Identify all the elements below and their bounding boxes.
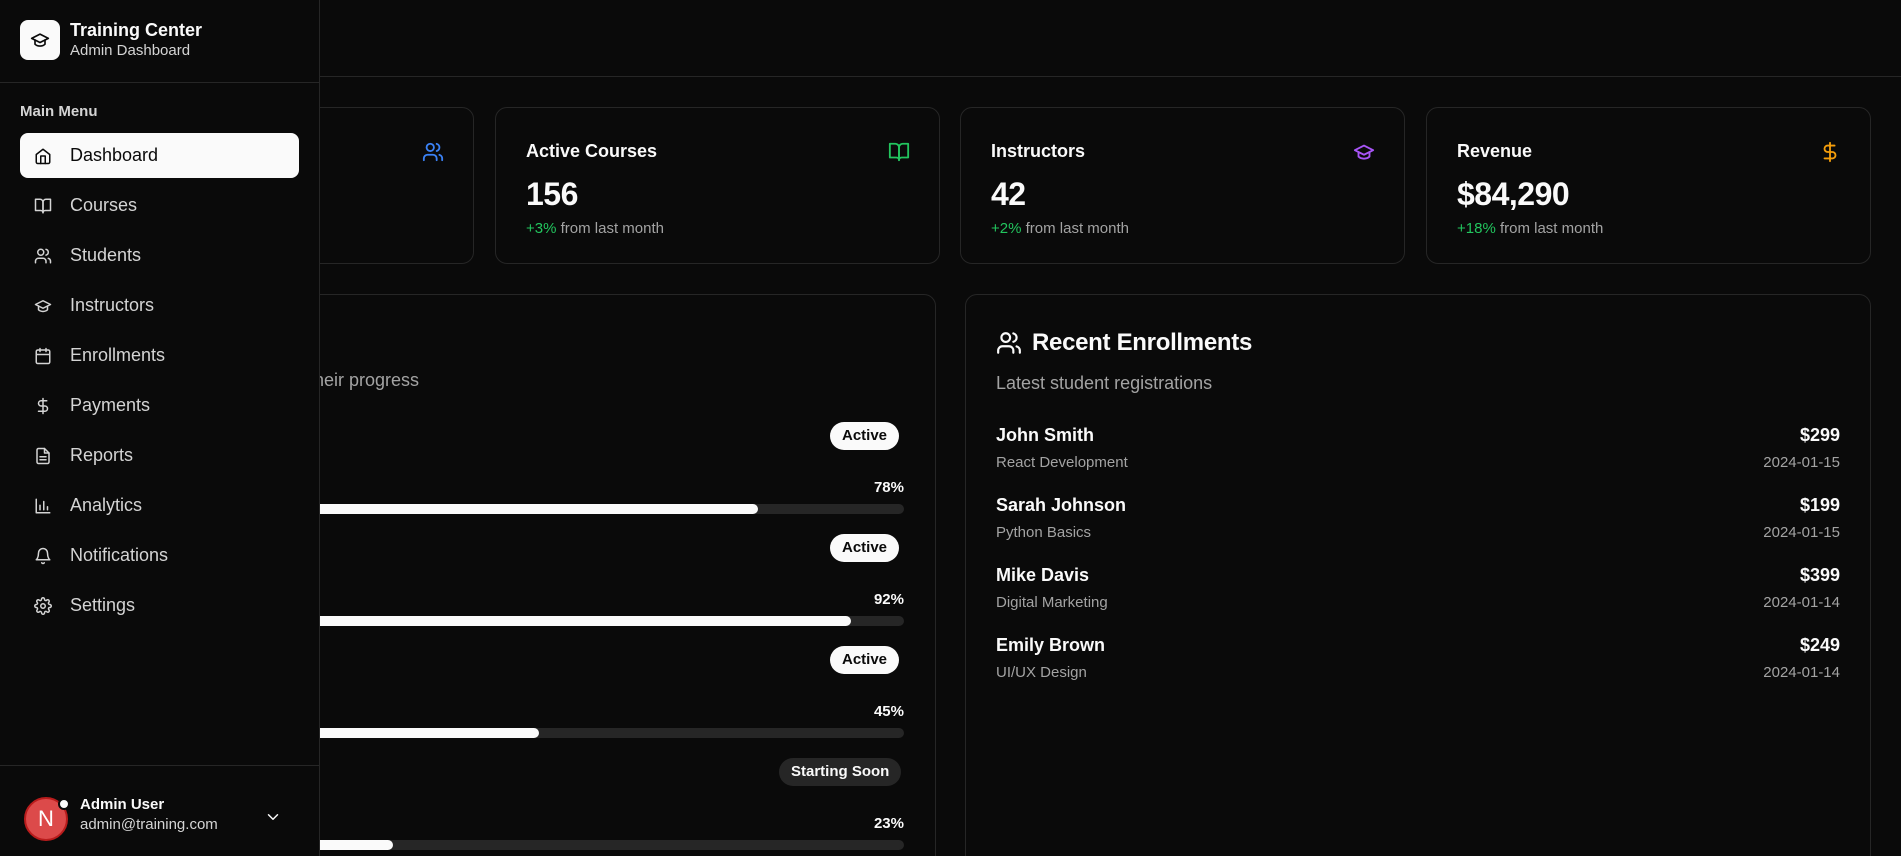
course-name: React Development — [996, 454, 1128, 471]
date: 2024-01-14 — [1763, 594, 1840, 611]
sidebar-item-students[interactable]: Students — [20, 233, 299, 278]
users-icon — [34, 247, 52, 265]
app-title: Training Center — [70, 20, 203, 40]
progress-bar — [240, 504, 904, 514]
sidebar-item-dashboard[interactable]: Dashboard — [20, 133, 299, 178]
user-name: Admin User — [80, 796, 165, 813]
user-email: admin@training.com — [80, 816, 218, 833]
progress-percent: 45% — [873, 703, 904, 720]
course-name: Digital Marketing — [996, 594, 1108, 611]
users-icon — [996, 330, 1022, 356]
stat-label: Active Courses — [526, 141, 658, 161]
sidebar-item-label: Students — [70, 245, 142, 265]
progress-percent: 92% — [873, 591, 904, 608]
stat-card-active-courses: Active Courses 156 +3% from last month — [495, 107, 940, 264]
recent-enrollments-panel: Recent Enrollments Latest student regist… — [965, 294, 1871, 856]
divider — [0, 765, 320, 766]
student-name: Emily Brown — [996, 635, 1106, 655]
sidebar-item-label: Courses — [70, 195, 138, 215]
progress-percent: 78% — [873, 479, 904, 496]
panel-title: Recent Enrollments — [996, 329, 1252, 357]
stat-value: 42 — [991, 176, 1026, 212]
sidebar-item-payments[interactable]: Payments — [20, 383, 299, 428]
sidebar-item-label: Enrollments — [70, 345, 166, 365]
graduation-cap-icon — [20, 20, 60, 60]
bar-chart-icon — [34, 497, 52, 515]
status-badge: Starting Soon — [779, 758, 902, 786]
divider — [0, 82, 320, 83]
student-name: Mike Davis — [996, 565, 1090, 585]
sidebar-item-label: Instructors — [70, 295, 155, 315]
calendar-icon — [34, 347, 52, 365]
graduation-cap-icon — [34, 297, 52, 315]
stat-change: +18% from last month — [1457, 220, 1604, 237]
progress-percent: 23% — [873, 815, 904, 832]
status-badge: Active — [830, 534, 900, 562]
sidebar-item-enrollments[interactable]: Enrollments — [20, 333, 299, 378]
amount: $399 — [1799, 565, 1840, 585]
graduation-cap-icon — [1353, 141, 1375, 163]
stat-card-instructors: Instructors 42 +2% from last month — [960, 107, 1405, 264]
course-name: UI/UX Design — [996, 664, 1087, 681]
sidebar: Training Center Admin Dashboard Main Men… — [0, 0, 320, 856]
enrollment-row[interactable]: Mike Davis Digital Marketing $399 2024-0… — [996, 565, 1840, 621]
sidebar-item-label: Payments — [70, 395, 151, 415]
progress-bar-fill — [240, 616, 851, 626]
sidebar-item-label: Notifications — [70, 545, 169, 565]
date: 2024-01-14 — [1763, 664, 1840, 681]
amount: $299 — [1799, 425, 1840, 445]
book-icon — [888, 141, 910, 163]
sidebar-item-label: Analytics — [70, 495, 143, 515]
enrollment-row[interactable]: John Smith React Development $299 2024-0… — [996, 425, 1840, 481]
stat-change: +2% from last month — [991, 220, 1129, 237]
gear-icon — [34, 596, 52, 615]
stat-label: Instructors — [991, 141, 1086, 161]
enrollment-row[interactable]: Sarah Johnson Python Basics $199 2024-01… — [996, 495, 1840, 551]
user-menu[interactable]: N Admin User admin@training.com — [20, 785, 300, 841]
brand[interactable]: Training Center Admin Dashboard — [20, 20, 300, 60]
progress-bar — [240, 840, 904, 850]
stat-change: +3% from last month — [526, 220, 664, 237]
status-dot — [58, 798, 70, 810]
course-name: Python Basics — [996, 524, 1092, 541]
users-icon — [422, 141, 444, 163]
sidebar-item-instructors[interactable]: Instructors — [20, 283, 299, 328]
sidebar-item-label: Settings — [70, 595, 136, 615]
stat-card-revenue: Revenue $84,290 +18% from last month — [1426, 107, 1871, 264]
dollar-icon — [34, 397, 52, 415]
status-badge: Active — [830, 422, 900, 450]
book-icon — [34, 197, 52, 215]
sidebar-item-reports[interactable]: Reports — [20, 433, 299, 478]
sidebar-item-label: Reports — [70, 445, 134, 465]
amount: $249 — [1799, 635, 1840, 655]
stat-label: Revenue — [1457, 141, 1533, 161]
sidebar-item-settings[interactable]: Settings — [20, 583, 299, 628]
sidebar-item-analytics[interactable]: Analytics — [20, 483, 299, 528]
home-icon — [34, 147, 52, 165]
bell-icon — [34, 547, 52, 565]
enrollment-row[interactable]: Emily Brown UI/UX Design $249 2024-01-14 — [996, 635, 1840, 691]
panel-subtitle: Latest student registrations — [996, 373, 1213, 393]
student-name: John Smith — [996, 425, 1094, 445]
sidebar-item-courses[interactable]: Courses — [20, 183, 299, 228]
menu-section-label: Main Menu — [20, 103, 98, 120]
stat-value: $84,290 — [1457, 176, 1570, 212]
file-text-icon — [34, 447, 52, 465]
sidebar-item-notifications[interactable]: Notifications — [20, 533, 299, 578]
amount: $199 — [1799, 495, 1840, 515]
chevron-down-icon[interactable] — [264, 808, 282, 826]
app-subtitle: Admin Dashboard — [70, 42, 191, 59]
dollar-icon — [1819, 141, 1841, 163]
stat-value: 156 — [526, 176, 578, 212]
date: 2024-01-15 — [1763, 524, 1840, 541]
sidebar-item-label: Dashboard — [70, 145, 159, 165]
progress-bar — [240, 728, 904, 738]
status-badge: Active — [830, 646, 900, 674]
date: 2024-01-15 — [1763, 454, 1840, 471]
student-name: Sarah Johnson — [996, 495, 1127, 515]
progress-bar — [240, 616, 904, 626]
